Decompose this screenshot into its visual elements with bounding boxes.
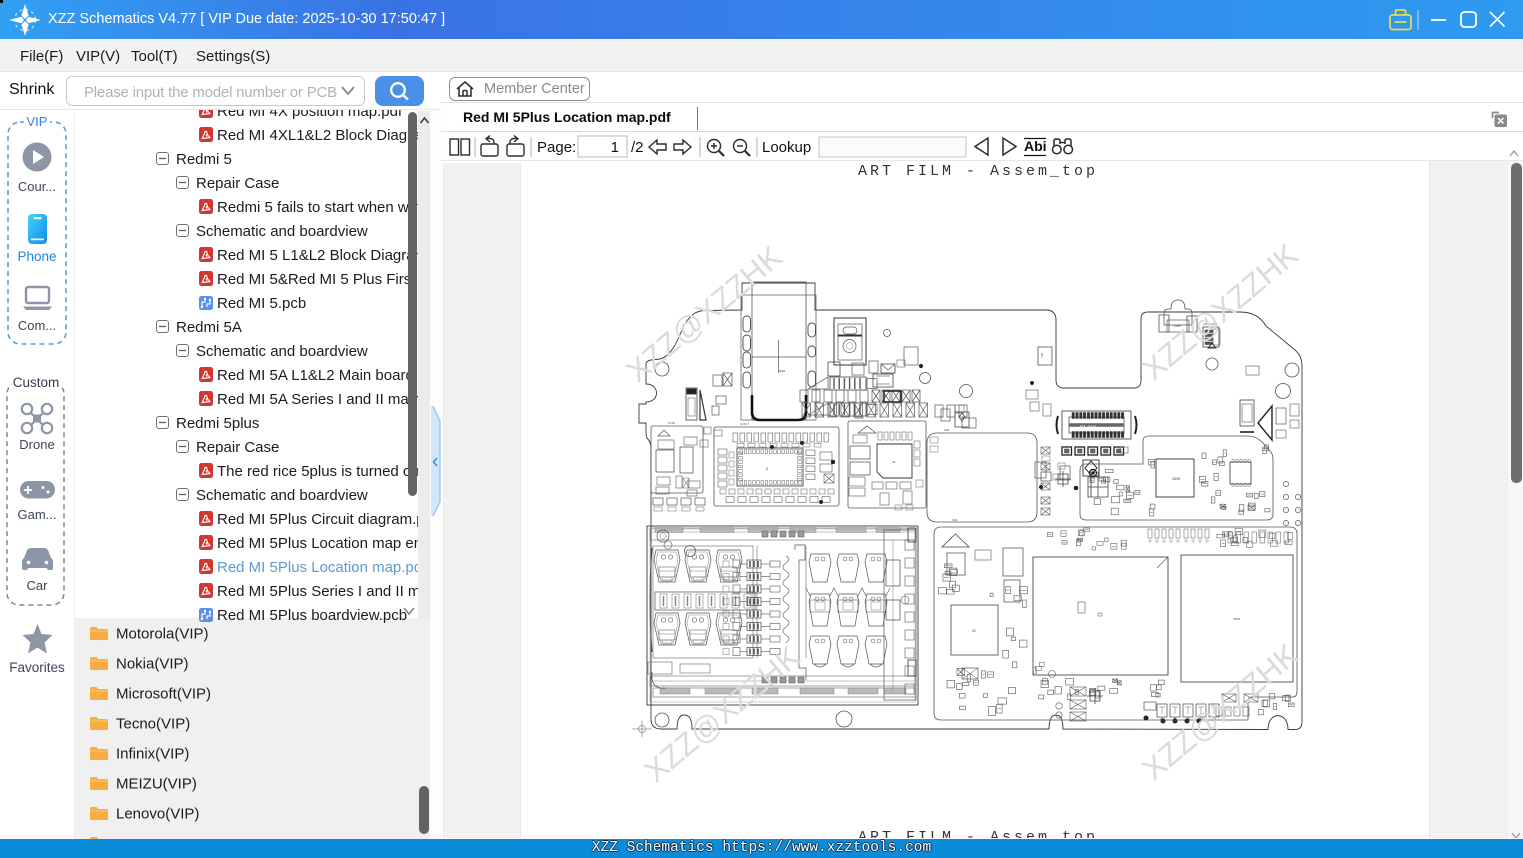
svg-text:Nokia(VIP): Nokia(VIP) <box>116 656 189 673</box>
svg-text:SH2: SH2 <box>952 519 958 522</box>
svg-text:Cour...: Cour... <box>18 179 56 194</box>
svg-text:Repair Case: Repair Case <box>196 439 279 456</box>
svg-text:Redmi 5 fails to start when wa: Redmi 5 fails to start when water enters <box>217 199 418 216</box>
svg-text:Page:: Page: <box>537 139 576 156</box>
svg-text:Car: Car <box>27 578 49 593</box>
svg-text:Redmi 5A: Redmi 5A <box>176 319 242 336</box>
svg-text:U700: U700 <box>668 422 675 425</box>
svg-text:Repair Case: Repair Case <box>196 175 279 192</box>
svg-text:Abi: Abi <box>1024 138 1047 154</box>
svg-text:Redmi 5plus: Redmi 5plus <box>176 415 259 432</box>
svg-text:U600: U600 <box>1233 618 1240 621</box>
svg-text:Red MI 5&Red MI 5 Plus First a: Red MI 5&Red MI 5 Plus First all in on <box>217 271 418 288</box>
svg-text:Red MI 5Plus boardview.pcb: Red MI 5Plus boardview.pcb <box>217 607 407 624</box>
svg-text:J200: J200 <box>778 370 785 373</box>
svg-text:Red MI 5Plus Circuit diagram.p: Red MI 5Plus Circuit diagram.pdf <box>217 511 418 528</box>
svg-text:Lookup: Lookup <box>762 139 811 156</box>
svg-text:Schematic and boardview: Schematic and boardview <box>196 223 368 240</box>
svg-text:U5: U5 <box>972 629 976 633</box>
svg-text:Red MI 4X position map.pdf: Red MI 4X position map.pdf <box>217 110 403 120</box>
svg-text:U1: U1 <box>892 461 896 464</box>
svg-text:Red MI 5Plus Location map.pdf: Red MI 5Plus Location map.pdf <box>217 559 418 576</box>
svg-text:Favorites: Favorites <box>9 660 65 675</box>
svg-text:/2: /2 <box>631 139 644 156</box>
svg-text:Motorola(VIP): Motorola(VIP) <box>116 626 209 643</box>
svg-text:BTB J2101: BTB J2101 <box>1080 425 1096 428</box>
svg-text:VIP: VIP <box>27 114 48 129</box>
svg-text:U2417: U2417 <box>740 423 749 426</box>
svg-text:Gam...: Gam... <box>17 507 56 522</box>
svg-text:Red MI 5 L1&L2 Block Diagram.p: Red MI 5 L1&L2 Block Diagram.pdf <box>217 247 418 264</box>
svg-text:Schematic and boardview: Schematic and boardview <box>196 343 368 360</box>
svg-text:Custom: Custom <box>13 375 60 390</box>
svg-text:Drone: Drone <box>19 437 54 452</box>
svg-text:U2: U2 <box>765 467 768 471</box>
svg-text:Red MI 5Plus Series I and II m: Red MI 5Plus Series I and II main boar <box>217 583 418 600</box>
svg-text:Red MI 5A L1&L2 Main board poi: Red MI 5A L1&L2 Main board point lo <box>217 367 418 384</box>
svg-text:The red rice 5plus is turned o: The red rice 5plus is turned on the wat <box>217 463 418 480</box>
svg-text:U900: U900 <box>1172 478 1180 482</box>
svg-text:Redmi 5: Redmi 5 <box>176 151 232 168</box>
svg-text:MEIZU(VIP): MEIZU(VIP) <box>116 776 197 793</box>
svg-text:Red MI 5.pcb: Red MI 5.pcb <box>217 295 306 312</box>
svg-text:MIC: MIC <box>1040 353 1043 358</box>
svg-text:Microsoft(VIP): Microsoft(VIP) <box>116 686 211 703</box>
svg-text:Phone: Phone <box>17 249 56 264</box>
svg-text:Lenovo(VIP): Lenovo(VIP) <box>116 806 199 823</box>
svg-text:Infinix(VIP): Infinix(VIP) <box>116 746 189 763</box>
svg-text:Tecno(VIP): Tecno(VIP) <box>116 716 190 733</box>
svg-text:Red MI 5Plus Location map en.p: Red MI 5Plus Location map en.pdf <box>217 535 418 552</box>
svg-text:Red MI 5A Series I and II main: Red MI 5A Series I and II main board p <box>217 391 418 408</box>
svg-text:Com...: Com... <box>18 318 56 333</box>
svg-text:U2416: U2416 <box>855 417 864 420</box>
svg-text:Red MI 4XL1&L2 Block Diagram.p: Red MI 4XL1&L2 Block Diagram.pdf <box>217 127 418 144</box>
svg-text:1: 1 <box>611 139 619 156</box>
svg-text:Schematic and boardview: Schematic and boardview <box>196 487 368 504</box>
svg-text:SH1: SH1 <box>944 429 950 432</box>
